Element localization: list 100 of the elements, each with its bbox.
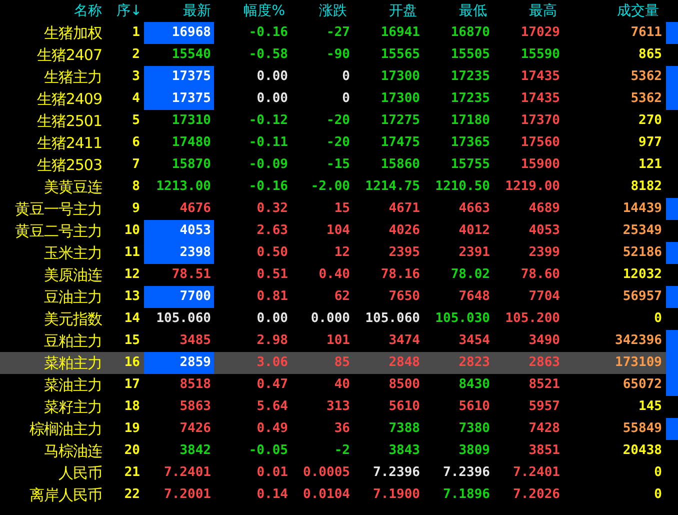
- column-header[interactable]: 幅度%: [214, 0, 289, 22]
- table-cell-text: -2.00: [310, 178, 351, 196]
- row-number: 13: [123, 288, 141, 306]
- table-cell-text: 17435: [520, 90, 561, 108]
- column-header[interactable]: 开盘: [351, 0, 421, 22]
- table-cell-text: 15540: [170, 46, 212, 64]
- table-row[interactable]: 生猪2501 5 17310 -0.12 -20 17275 17180 17370 270: [0, 110, 678, 132]
- table-cell-text: 8500: [388, 376, 421, 394]
- table-row[interactable]: 豆油主力 13 7700 0.81 62 7650 7648 7704 56957: [0, 286, 678, 308]
- table-cell-text: 5.64: [256, 398, 289, 416]
- table-row[interactable]: 黄豆一号主力 9 4676 0.32 15 4671 4663 4689 14439: [0, 198, 678, 220]
- table-cell-text: 0.81: [256, 288, 289, 306]
- table-cell-text: 25349: [622, 222, 663, 240]
- table-row[interactable]: 离岸人民币 22 7.2001 0.14 0.0104 7.1900 7.1896 7.2026 0: [0, 484, 678, 506]
- table-row[interactable]: 人民币 21 7.2401 0.01 0.0005 7.2396 7.2396 7.2401 0: [0, 462, 678, 484]
- table-cell-text: 15: [333, 200, 351, 218]
- table-cell-text: 2863: [528, 354, 561, 372]
- column-header[interactable]: 涨跌: [289, 0, 351, 22]
- column-header[interactable]: 成交量: [561, 0, 663, 22]
- table-cell-text: 0: [341, 68, 351, 86]
- table-cell-text: 14439: [622, 200, 663, 218]
- table-cell-text: 17300: [380, 68, 421, 86]
- table-cell-text: 17475: [380, 134, 421, 152]
- table-cell-text: 78.51: [170, 266, 212, 284]
- table-row[interactable]: 菜粕主力 16 2859 3.06 85 2848 2823 2863 173109: [0, 352, 678, 374]
- table-row[interactable]: 菜油主力 17 8518 0.47 40 8500 8430 8521 65072: [0, 374, 678, 396]
- table-cell: 2398: [144, 242, 214, 264]
- table-cell-text: 2.63: [256, 222, 289, 240]
- table-cell-text: 16870: [450, 24, 491, 42]
- row-number: 7: [131, 156, 141, 174]
- table-cell-text: 7650: [388, 288, 421, 306]
- table-cell-text: 1219.00: [504, 178, 561, 196]
- column-header[interactable]: 最高: [491, 0, 561, 22]
- row-number: 1: [131, 24, 141, 42]
- table-cell-text: 8521: [528, 376, 561, 394]
- column-header[interactable]: 最新: [144, 0, 214, 22]
- row-number: 6: [131, 134, 141, 152]
- contract-name: 美黄豆连: [43, 177, 102, 198]
- table-row[interactable]: 美黄豆连 8 1213.00 -0.16 -2.00 1214.75 1210.50 1219.00 8182: [0, 176, 678, 198]
- table-row[interactable]: 美元指数 14 105.060 0.00 0.000 105.060 105.030 105.200 0: [0, 308, 678, 330]
- table-cell: 16968: [144, 22, 214, 44]
- table-cell-text: 7.2401: [163, 464, 212, 482]
- table-row[interactable]: 棕榈油主力 19 7426 0.49 36 7388 7380 7428 55849: [0, 418, 678, 440]
- table-row[interactable]: 生猪2407 2 15540 -0.58 -90 15565 15505 15590 865: [0, 44, 678, 66]
- contract-name: 生猪主力: [43, 67, 102, 88]
- table-cell-text: -20: [326, 112, 351, 130]
- table-cell-text: 2823: [458, 354, 491, 372]
- table-cell-text: 977: [638, 134, 663, 152]
- table-row[interactable]: 生猪加权 1 16968 -0.16 -27 16941 16870 17029 7611: [0, 22, 678, 44]
- table-cell-text: 342396: [614, 332, 663, 350]
- table-cell-text: 7648: [458, 288, 491, 306]
- table-cell-text: 313: [326, 398, 351, 416]
- table-row[interactable]: 豆粕主力 15 3485 2.98 101 3474 3454 3490 342396: [0, 330, 678, 352]
- table-cell-text: 3454: [458, 332, 491, 350]
- table-row[interactable]: 菜籽主力 18 5863 5.64 313 5610 5610 5957 145: [0, 396, 678, 418]
- row-number: 12: [123, 266, 141, 284]
- table-cell-text: 16941: [380, 24, 421, 42]
- table-cell: 4053: [144, 220, 214, 242]
- table-cell-text: 104: [326, 222, 351, 240]
- table-row[interactable]: 马棕油连 20 3842 -0.05 -2 3843 3809 3851 20438: [0, 440, 678, 462]
- table-cell-text: 7.1900: [372, 486, 421, 504]
- table-row[interactable]: 生猪2409 4 17375 0.00 0 17300 17235 17435 5362: [0, 88, 678, 110]
- table-cell-text: 78.02: [450, 266, 491, 284]
- table-cell-text: 865: [638, 46, 663, 64]
- table-cell-text: 5610: [388, 398, 421, 416]
- table-row[interactable]: 玉米主力 11 2398 0.50 12 2395 2391 2399 52186: [0, 242, 678, 264]
- contract-name: 菜油主力: [43, 375, 102, 396]
- table-cell-text: 7388: [388, 420, 421, 438]
- table-cell-text: 2391: [458, 244, 491, 262]
- table-cell-text: -0.58: [248, 46, 289, 64]
- table-cell-text: 5863: [178, 398, 212, 416]
- row-number: 5: [131, 112, 141, 130]
- table-cell-text: 105.030: [434, 310, 491, 328]
- table-cell-text: 4663: [458, 200, 491, 218]
- table-cell-text: 0.00: [256, 68, 289, 86]
- table-cell-text: 105.060: [364, 310, 421, 328]
- table-cell-text: 0.47: [256, 376, 289, 394]
- column-header[interactable]: 序↓: [102, 0, 144, 22]
- table-cell-text: 0: [653, 486, 663, 504]
- row-number: 10: [123, 222, 141, 240]
- table-cell-text: 78.16: [380, 266, 421, 284]
- table-row[interactable]: 黄豆二号主力 10 4053 2.63 104 4026 4012 4053 25349: [0, 220, 678, 242]
- row-number: 20: [123, 442, 141, 460]
- table-cell-text: -2: [333, 442, 351, 460]
- table-cell-text: 17300: [380, 90, 421, 108]
- table-row[interactable]: 美原油连 12 78.51 0.51 0.40 78.16 78.02 78.60 12032: [0, 264, 678, 286]
- table-cell-text: 78.60: [520, 266, 561, 284]
- row-number: 15: [123, 332, 141, 350]
- table-cell-text: 0.00: [256, 90, 289, 108]
- table-row[interactable]: 生猪2503 7 15870 -0.09 -15 15860 15755 15900 121: [0, 154, 678, 176]
- table-row[interactable]: 生猪主力 3 17375 0.00 0 17300 17235 17435 5362: [0, 66, 678, 88]
- table-row[interactable]: 生猪2411 6 17480 -0.11 -20 17475 17365 17560 977: [0, 132, 678, 154]
- column-header[interactable]: 最低: [421, 0, 491, 22]
- contract-name: 生猪2407: [36, 45, 102, 66]
- table-cell-text: 7380: [458, 420, 491, 438]
- column-header[interactable]: 名称: [0, 0, 102, 22]
- table-cell-text: 15755: [450, 156, 491, 174]
- contract-name: 豆粕主力: [43, 331, 102, 352]
- table-cell-text: 0.14: [256, 486, 289, 504]
- row-number: 11: [123, 244, 141, 262]
